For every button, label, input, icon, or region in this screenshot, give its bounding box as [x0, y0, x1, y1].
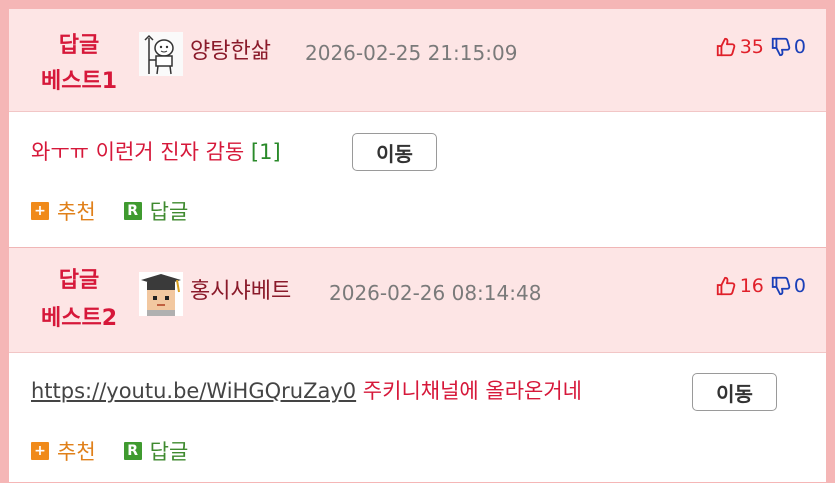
- comment-actions: + 추천 R 답글: [31, 436, 216, 466]
- recommend-button[interactable]: + 추천: [31, 436, 96, 466]
- reply-button[interactable]: R 답글: [123, 196, 189, 226]
- best-badge-line2: 베스트1: [40, 69, 118, 94]
- upvote-count: 16: [739, 275, 764, 297]
- timestamp: 2026-02-26 08:14:48: [329, 281, 542, 305]
- comment-header: 답글 베스트2 홍시샤베트 2026-02-26 08:14:48 16 0: [9, 248, 826, 353]
- comment-header: 답글 베스트1 양탕한삶 2026-02-25 21:15:09 35 0: [9, 9, 826, 112]
- recommend-button[interactable]: + 추천: [31, 196, 96, 226]
- thumbs-down-icon[interactable]: [770, 275, 792, 297]
- recommend-label: 추천: [57, 200, 96, 224]
- best-badge-line2: 베스트2: [40, 306, 118, 331]
- thumbs-up-icon[interactable]: [715, 36, 737, 58]
- thumbs-up-icon[interactable]: [715, 275, 737, 297]
- reply-label: 답글: [149, 440, 189, 464]
- thumbs-down-icon[interactable]: [770, 36, 792, 58]
- upvote-count: 35: [739, 36, 764, 58]
- youtube-link[interactable]: https://youtu.be/WiHGQruZay0: [31, 379, 356, 403]
- best-badge-line1: 답글: [58, 33, 100, 58]
- nickname[interactable]: 양탕한삶: [190, 38, 271, 66]
- best-comment-2: 답글 베스트2 홍시샤베트 2026-02-26 08:14:48 16 0 h…: [9, 247, 826, 483]
- avatar[interactable]: [139, 272, 183, 316]
- best-comment-1: 답글 베스트1 양탕한삶 2026-02-25 21:15:09 35 0 와ㅜ…: [9, 9, 826, 247]
- avatar[interactable]: [139, 32, 183, 76]
- downvote-count: 0: [793, 275, 806, 297]
- timestamp: 2026-02-25 21:15:09: [305, 41, 518, 65]
- vote-box: 35 0: [715, 35, 806, 59]
- plus-icon: +: [31, 202, 49, 220]
- vote-box: 16 0: [715, 274, 806, 298]
- best-badge-line1: 답글: [58, 268, 100, 293]
- comment-body: 와ㅜㅠ 이런거 진자 감동: [31, 140, 245, 164]
- comment-body: 주키니채널에 올라온거네: [356, 379, 582, 403]
- plus-icon: +: [31, 442, 49, 460]
- reply-count[interactable]: [1]: [251, 140, 281, 164]
- reply-button[interactable]: R 답글: [123, 436, 189, 466]
- reply-label: 답글: [149, 200, 189, 224]
- downvote-count: 0: [793, 36, 806, 58]
- reply-r-icon: R: [123, 442, 142, 460]
- comment-list: 답글 베스트1 양탕한삶 2026-02-25 21:15:09 35 0 와ㅜ…: [9, 9, 826, 482]
- recommend-label: 추천: [57, 440, 96, 464]
- move-button[interactable]: 이동: [352, 133, 437, 171]
- nickname[interactable]: 홍시샤베트: [190, 278, 291, 306]
- move-button[interactable]: 이동: [692, 373, 777, 411]
- comment-actions: + 추천 R 답글: [31, 196, 216, 226]
- comment-text: 와ㅜㅠ 이런거 진자 감동 [1]: [31, 137, 281, 167]
- reply-r-icon: R: [123, 202, 142, 220]
- comment-text: https://youtu.be/WiHGQruZay0 주키니채널에 올라온거…: [31, 376, 582, 406]
